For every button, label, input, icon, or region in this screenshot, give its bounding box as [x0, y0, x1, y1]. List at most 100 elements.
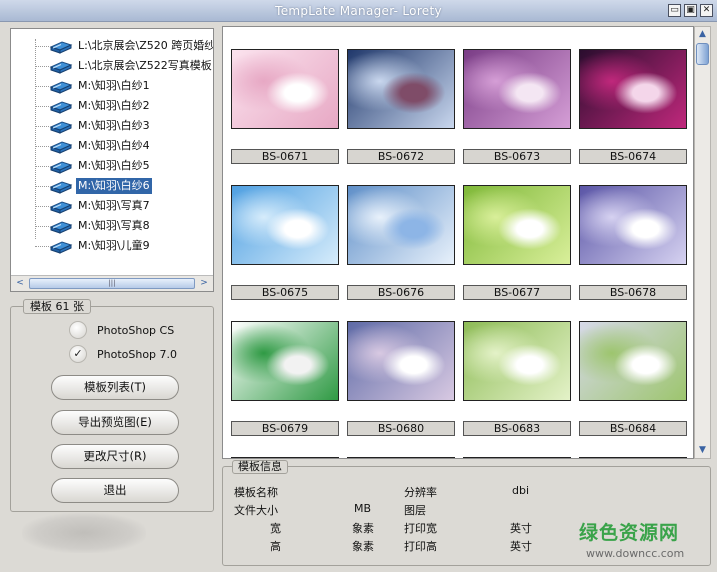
template-thumbnail[interactable] [231, 49, 339, 129]
scroll-down-icon[interactable]: ▼ [697, 444, 708, 456]
restore-icon[interactable]: ▣ [684, 4, 697, 17]
tree-item-label: M:\知羽\白纱6 [76, 178, 152, 194]
height-label: 高 [270, 540, 281, 553]
template-label[interactable]: BS-0674 [579, 149, 687, 164]
tree-item[interactable]: L:\北京展会\Z522写真模板 [11, 57, 213, 75]
template-count-label: 模板 61 张 [23, 299, 91, 314]
template-label[interactable]: BS-0684 [579, 421, 687, 436]
book-icon [49, 241, 73, 254]
tree-branch-line [35, 186, 49, 187]
book-icon [49, 81, 73, 94]
folder-tree[interactable]: L:\北京展会\Z520 跨页婚纱 L:\北京展会\Z522写真模板 M:\知羽\白… [10, 28, 214, 292]
tree-item[interactable]: M:\知羽\白纱4 [11, 137, 213, 155]
filesize-label: 文件大小 [234, 504, 278, 517]
tree-branch-line [35, 146, 49, 147]
print-width-unit: 英寸 [510, 522, 532, 535]
tree-branch-line [35, 86, 49, 87]
tree-branch-line [35, 246, 49, 247]
template-label[interactable]: BS-0683 [463, 421, 571, 436]
tree-item[interactable]: M:\知羽\写真8 [11, 217, 213, 235]
tree-branch-line [35, 126, 49, 127]
width-label: 宽 [270, 522, 281, 535]
tree-item[interactable]: M:\知羽\白纱2 [11, 97, 213, 115]
photoshop-7-radio[interactable]: ✓ [69, 345, 87, 363]
template-label[interactable]: BS-0677 [463, 285, 571, 300]
tree-item[interactable]: M:\知羽\白纱6 [11, 177, 213, 195]
template-list-button[interactable]: 模板列表(T) [51, 375, 179, 400]
tree-item-label: M:\知羽\儿童9 [78, 239, 150, 252]
template-info-title: 模板信息 [232, 460, 288, 474]
exit-button[interactable]: 退出 [51, 478, 179, 503]
template-label[interactable]: BS-0679 [231, 421, 339, 436]
close-icon[interactable]: ✕ [700, 4, 713, 17]
template-thumbnail-partial[interactable] [579, 457, 687, 458]
template-label[interactable]: BS-0673 [463, 149, 571, 164]
book-icon [49, 221, 73, 234]
tree-item[interactable]: M:\知羽\写真7 [11, 197, 213, 215]
template-label[interactable]: BS-0675 [231, 285, 339, 300]
tree-item-label: M:\知羽\白纱1 [78, 79, 150, 92]
template-label[interactable]: BS-0676 [347, 285, 455, 300]
book-icon [49, 61, 73, 74]
tree-item-label: M:\知羽\写真8 [78, 219, 150, 232]
template-thumbnail[interactable] [463, 185, 571, 265]
gallery-vertical-scrollbar[interactable]: ▲ ▼ [694, 26, 711, 459]
tree-item-label: M:\知羽\白纱4 [78, 139, 150, 152]
template-thumbnail[interactable] [231, 321, 339, 401]
book-icon [49, 41, 73, 54]
photoshop-7-label: PhotoShop 7.0 [97, 348, 178, 361]
template-label[interactable]: BS-0672 [347, 149, 455, 164]
book-icon [49, 161, 73, 174]
template-thumbnail[interactable] [347, 49, 455, 129]
template-group: 模板 61 张 PhotoShop CS ✓ PhotoShop 7.0 模板列… [10, 299, 214, 512]
width-pixel-unit: 象素 [352, 522, 374, 535]
template-thumbnail[interactable] [579, 185, 687, 265]
minimize-icon[interactable]: ▭ [668, 4, 681, 17]
tree-horizontal-scrollbar[interactable]: < ||| > [11, 275, 213, 291]
template-thumbnail[interactable] [347, 185, 455, 265]
height-pixel-unit: 象素 [352, 540, 374, 553]
print-height-label: 打印高 [404, 540, 437, 553]
scroll-thumb[interactable]: ||| [29, 278, 195, 289]
scroll-left-icon[interactable]: < [13, 277, 27, 290]
book-icon [49, 181, 73, 194]
template-thumbnail-partial[interactable] [347, 457, 455, 458]
tree-branch-line [35, 106, 49, 107]
scroll-thumb[interactable] [696, 43, 709, 65]
tree-item[interactable]: M:\知羽\白纱5 [11, 157, 213, 175]
export-preview-button[interactable]: 导出预览图(E) [51, 410, 179, 435]
template-thumbnail[interactable] [231, 185, 339, 265]
template-label[interactable]: BS-0671 [231, 149, 339, 164]
print-width-label: 打印宽 [404, 522, 437, 535]
tree-item[interactable]: L:\北京展会\Z520 跨页婚纱 [11, 37, 213, 55]
template-thumbnail[interactable] [579, 49, 687, 129]
scroll-up-icon[interactable]: ▲ [697, 28, 708, 40]
resize-button[interactable]: 更改尺寸(R) [51, 444, 179, 469]
tree-item-label: M:\知羽\白纱3 [78, 119, 150, 132]
blurred-region [22, 513, 146, 553]
tree-item[interactable]: M:\知羽\白纱1 [11, 77, 213, 95]
template-thumbnail-partial[interactable] [231, 457, 339, 458]
template-thumbnail[interactable] [463, 49, 571, 129]
template-thumbnail[interactable] [579, 321, 687, 401]
resolution-unit: dbi [512, 484, 530, 497]
scroll-right-icon[interactable]: > [197, 277, 211, 290]
template-label[interactable]: BS-0678 [579, 285, 687, 300]
thumbnail-gallery[interactable]: BS-0671 BS-0672 BS-0673 BS-0674 BS-0675 BS-06… [222, 26, 694, 459]
photoshop-cs-radio[interactable] [69, 321, 87, 339]
template-label[interactable]: BS-0680 [347, 421, 455, 436]
book-icon [49, 121, 73, 134]
template-name-label: 模板名称 [234, 486, 278, 499]
tree-item-label: M:\知羽\写真7 [78, 199, 150, 212]
tree-branch-line [35, 66, 49, 67]
tree-item[interactable]: M:\知羽\白纱3 [11, 117, 213, 135]
template-thumbnail[interactable] [463, 321, 571, 401]
layers-label: 图层 [404, 504, 426, 517]
tree-branch-line [35, 206, 49, 207]
tree-branch-line [35, 166, 49, 167]
tree-item[interactable]: M:\知羽\儿童9 [11, 237, 213, 255]
resolution-label: 分辨率 [404, 486, 437, 499]
watermark-url: www.downcc.com [586, 547, 685, 560]
template-thumbnail[interactable] [347, 321, 455, 401]
template-thumbnail-partial[interactable] [463, 457, 571, 458]
